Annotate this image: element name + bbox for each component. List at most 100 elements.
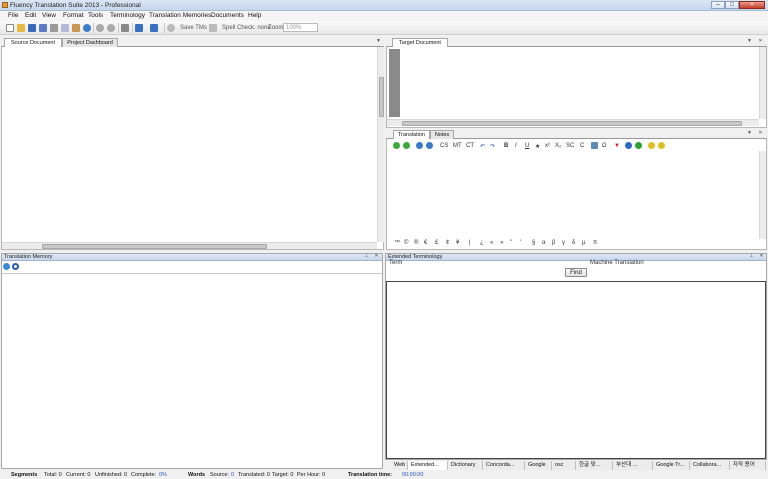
tm-pin-icon[interactable]: ⊥	[363, 253, 370, 260]
zoom-select[interactable]: 100%	[283, 23, 318, 32]
target-hscroll[interactable]	[387, 119, 759, 126]
char-copyright[interactable]: ©	[404, 240, 408, 246]
char-cent[interactable]: ¢	[446, 240, 449, 246]
tab-busan[interactable]: 부산대 ...	[613, 461, 653, 470]
ct-button[interactable]: CT	[466, 143, 474, 149]
bold-button[interactable]: B	[504, 143, 508, 149]
tab-google-translate[interactable]: Google Tr...	[653, 461, 690, 470]
char-alpha[interactable]: α	[542, 240, 545, 246]
save-icon[interactable]	[28, 24, 36, 32]
menu-file[interactable]: File	[8, 12, 18, 19]
undo-icon[interactable]: ↶	[480, 143, 485, 150]
panel-dropdown-icon[interactable]: ▼	[375, 38, 382, 45]
tab-extended[interactable]: Extended...	[408, 461, 448, 470]
new-file-icon[interactable]	[6, 24, 14, 32]
char-euro[interactable]: €	[424, 240, 427, 246]
save-all-icon[interactable]	[39, 24, 47, 32]
target-hscroll-thumb[interactable]	[402, 121, 742, 126]
save-tms-button[interactable]: Save TMs	[180, 25, 207, 31]
cut-icon[interactable]	[50, 24, 58, 32]
underline-button[interactable]: U	[525, 143, 529, 149]
tab-custom-terms[interactable]: 자작 용어	[730, 461, 766, 470]
tab-target-document[interactable]: Target Document	[392, 38, 448, 47]
tab-google[interactable]: Google	[525, 461, 552, 470]
ext-close-icon[interactable]: ✕	[758, 253, 765, 260]
prev-segment-icon[interactable]	[416, 142, 423, 149]
char-raquo[interactable]: »	[500, 240, 503, 246]
omega-button[interactable]: Ω	[602, 143, 607, 149]
next-segment-icon[interactable]	[426, 142, 433, 149]
tab-notes[interactable]: Notes	[430, 130, 454, 139]
copy-icon[interactable]	[61, 24, 69, 32]
caps-button[interactable]: C	[580, 143, 584, 149]
tab-dictionary[interactable]: Dictionary	[448, 461, 483, 470]
menu-tools[interactable]: Tools	[88, 12, 103, 19]
tab-osc[interactable]: osc	[552, 461, 576, 470]
char-pound[interactable]: £	[435, 240, 438, 246]
find-button[interactable]: Find	[565, 268, 587, 277]
translation-vscroll[interactable]	[759, 151, 766, 239]
char-pi[interactable]: π	[593, 240, 597, 246]
grid-icon[interactable]	[591, 142, 598, 149]
filter-icon[interactable]: ▼	[614, 143, 620, 149]
tab-concordance[interactable]: Concorda...	[483, 461, 525, 470]
char-inv-question[interactable]: ¿	[480, 240, 484, 246]
mt-button[interactable]: MT	[453, 143, 462, 149]
paste-icon[interactable]	[72, 24, 80, 32]
redo-icon[interactable]	[150, 24, 158, 32]
menu-help[interactable]: Help	[248, 12, 261, 19]
target-close-icon[interactable]: ✕	[757, 38, 764, 45]
italic-button[interactable]: I	[515, 143, 517, 149]
translation-dropdown-icon[interactable]: ▼	[746, 130, 753, 137]
globe-icon[interactable]	[96, 24, 104, 32]
char-mu[interactable]: µ	[582, 240, 585, 246]
source-hscroll[interactable]	[2, 242, 377, 249]
tab-project-dashboard[interactable]: Project Dashboard	[62, 38, 118, 47]
source-vscroll-thumb[interactable]	[379, 77, 384, 117]
accept-icon[interactable]	[393, 142, 400, 149]
char-laquo[interactable]: «	[490, 240, 493, 246]
small-caps-button[interactable]: SC	[566, 143, 574, 149]
refresh-icon[interactable]	[167, 24, 175, 32]
spell-check-label[interactable]: Spell Check: none	[222, 25, 271, 31]
close-button[interactable]: ×	[739, 1, 765, 9]
char-gamma[interactable]: γ	[562, 240, 565, 246]
info-icon[interactable]	[625, 142, 632, 149]
minimize-button[interactable]: –	[711, 1, 725, 9]
tab-source-document[interactable]: Source Document	[4, 38, 62, 47]
open-folder-icon[interactable]	[17, 24, 25, 32]
char-delta[interactable]: δ	[572, 240, 575, 246]
tab-web[interactable]: Web	[391, 461, 408, 470]
check-icon[interactable]	[635, 142, 642, 149]
ext-pin-icon[interactable]: ⊥	[748, 253, 755, 260]
target-vscroll[interactable]	[759, 47, 766, 119]
source-vscroll[interactable]	[377, 47, 384, 242]
menu-terminology[interactable]: Terminology	[110, 12, 145, 19]
translation-close-icon[interactable]: ✕	[757, 130, 764, 137]
refresh-icon[interactable]	[3, 263, 10, 270]
menu-view[interactable]: View	[42, 12, 56, 19]
char-pipe[interactable]: |	[469, 240, 471, 246]
char-squote[interactable]: '	[520, 240, 521, 246]
spell-check-icon[interactable]	[209, 24, 217, 32]
accept-next-icon[interactable]	[403, 142, 410, 149]
menu-format[interactable]: Format	[63, 12, 84, 19]
char-beta[interactable]: β	[552, 240, 555, 246]
search-icon[interactable]	[12, 263, 19, 270]
help-icon[interactable]	[83, 24, 91, 32]
superscript-button[interactable]: x²	[545, 143, 550, 149]
smiley-icon[interactable]	[648, 142, 655, 149]
char-section[interactable]: §	[532, 240, 535, 246]
char-dquote[interactable]: "	[510, 240, 512, 246]
tm-close-icon[interactable]: ✕	[373, 253, 380, 260]
maximize-button[interactable]: □	[725, 1, 739, 9]
source-hscroll-thumb[interactable]	[42, 244, 267, 249]
menu-documents[interactable]: Documents	[211, 12, 244, 19]
star-icon[interactable]: ★	[535, 143, 540, 150]
menu-translation-memories[interactable]: Translation Memories	[149, 12, 211, 19]
globe-settings-icon[interactable]	[107, 24, 115, 32]
undo-icon[interactable]	[135, 24, 143, 32]
target-dropdown-icon[interactable]: ▼	[746, 38, 753, 45]
tab-translation[interactable]: Translation	[393, 130, 430, 139]
tab-korean-spell[interactable]: 한글 맞...	[576, 461, 613, 470]
